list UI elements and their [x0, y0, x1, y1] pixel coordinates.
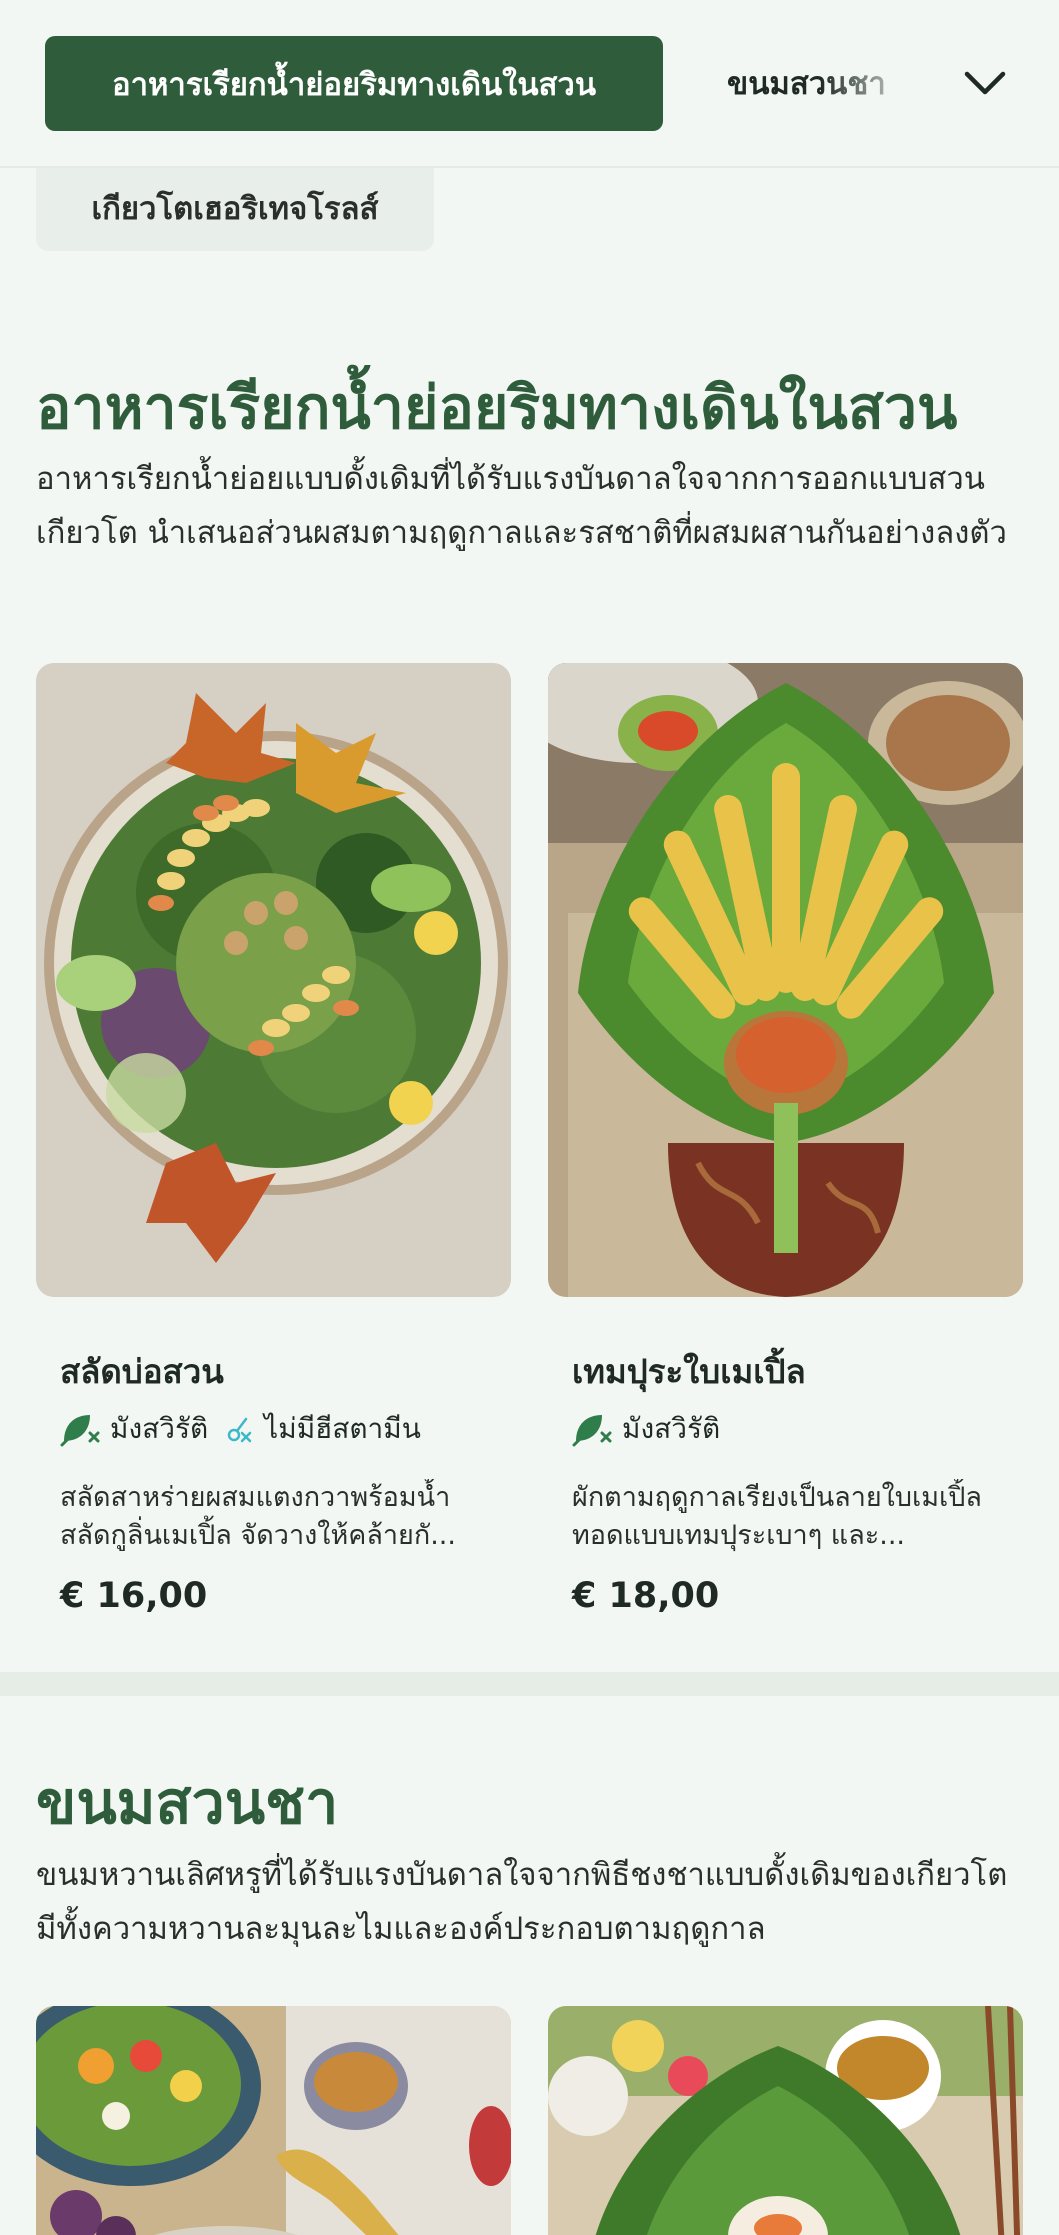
dietary-tag-label: มังสวิรัติ — [110, 1412, 209, 1445]
dietary-tag-label: มังสวิรัติ — [622, 1412, 721, 1445]
dietary-tag-label: ไม่มีฮีสตามีน — [264, 1412, 421, 1445]
dish-image-maple-leaf-tempura[interactable] — [548, 663, 1023, 1297]
dish-image-dessert-2[interactable] — [548, 2006, 1023, 2235]
dietary-tag: มังสวิรัติ — [572, 1407, 720, 1451]
no-shellfish-icon — [227, 1417, 252, 1443]
dietary-tag: มังสวิรัติ — [60, 1407, 208, 1451]
dish-tags: มังสวิรัติ ไม่มีฮีสตามีน — [60, 1407, 421, 1451]
section-description-appetizers: อาหารเรียกน้ำย่อยแบบดั้งเดิมที่ได้รับแรง… — [36, 461, 1007, 551]
section-title-appetizers: อาหารเรียกน้ำย่อยริมทางเดินในสวน — [36, 373, 958, 442]
tab-tea-garden-sweets[interactable]: ขนมสวนชา — [727, 58, 897, 108]
category-nav-bar: อาหารเรียกน้ำย่อยริมทางเดินในสวน ขนมสวนช… — [0, 0, 1059, 168]
dish-price: € 16,00 — [60, 1576, 208, 1616]
dish-description: สลัดสาหร่ายผสมแตงกวาพร้อมน้ำสลัดกูลิ่นเม… — [60, 1482, 456, 1551]
vegan-leaf-icon — [60, 1415, 100, 1447]
section-title-desserts: ขนมสวนชา — [36, 1768, 339, 1837]
category-dropdown-button[interactable] — [956, 58, 1014, 108]
dietary-tag: ไม่มีฮีสตามีน — [224, 1407, 421, 1451]
tab-garden-appetizers[interactable]: อาหารเรียกน้ำย่อยริมทางเดินในสวน — [45, 36, 663, 131]
chevron-down-icon — [964, 71, 1006, 95]
dish-image-garden-pond-salad[interactable] — [36, 663, 511, 1297]
dish-image-dessert-1[interactable] — [36, 2006, 511, 2235]
vegan-leaf-icon — [572, 1415, 612, 1447]
dish-description: ผักตามฤดูกาลเรียงเป็นลายใบเมเปิ้ล ทอดแบบ… — [572, 1482, 982, 1551]
dish-price: € 18,00 — [572, 1576, 720, 1616]
dish-name: เทมปุระใบเมเปิ้ล — [572, 1352, 806, 1391]
section-description-desserts: ขนมหวานเลิศหรูที่ได้รับแรงบันดาลใจจากพิธ… — [36, 1857, 1008, 1947]
dish-tags: มังสวิรัติ — [572, 1407, 720, 1451]
section-divider — [0, 1672, 1059, 1696]
dish-name: สลัดบ่อสวน — [60, 1352, 224, 1391]
